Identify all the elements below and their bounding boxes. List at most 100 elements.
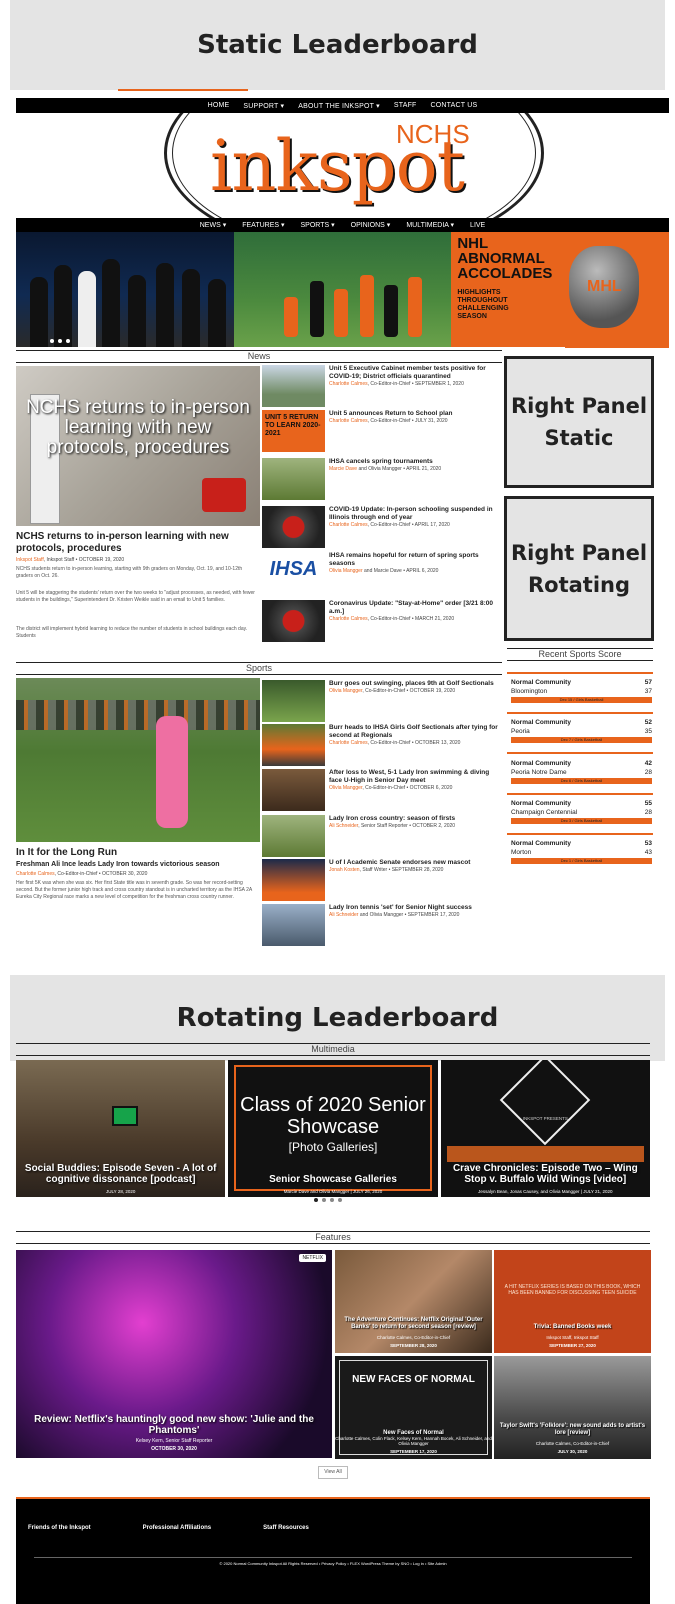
story-author[interactable]: Olivia Mangger bbox=[329, 785, 362, 791]
news-feature-image[interactable]: NCHS returns to in-person learning with … bbox=[16, 366, 260, 526]
feature-caption[interactable]: Review: Netflix's hauntingly good new sh… bbox=[26, 1414, 322, 1436]
features-section-title[interactable]: Features bbox=[16, 1231, 650, 1244]
carousel-dot[interactable] bbox=[322, 1198, 326, 1202]
features-main-card[interactable]: NETFLIX Review: Netflix's hauntingly goo… bbox=[16, 1250, 332, 1458]
multimedia-card[interactable]: Social Buddies: Episode Seven - A lot of… bbox=[16, 1060, 226, 1197]
carousel-dot[interactable] bbox=[314, 1198, 318, 1202]
story-headline[interactable]: Coronavirus Update: "Stay-at-Home" order… bbox=[329, 600, 502, 616]
story-thumbnail[interactable] bbox=[262, 458, 325, 500]
story-author[interactable]: Charlotte Calmes bbox=[329, 522, 368, 528]
story-author[interactable]: Charlotte Calmes bbox=[329, 381, 368, 387]
static-leaderboard-ad[interactable]: Static Leaderboard bbox=[10, 0, 665, 90]
nav-live[interactable]: LIVE bbox=[470, 222, 485, 229]
multimedia-caption[interactable]: Senior Showcase Galleries bbox=[234, 1174, 431, 1185]
sports-feature-headline[interactable]: In It for the Long Run bbox=[16, 847, 260, 859]
sports-story[interactable]: Lady Iron tennis 'set' for Senior Night … bbox=[262, 904, 502, 948]
nav-home[interactable]: HOME bbox=[208, 102, 230, 109]
hero-slide-runners[interactable] bbox=[233, 232, 452, 347]
features-card[interactable]: A HIT NETFLIX SERIES IS BASED ON THIS BO… bbox=[494, 1250, 651, 1353]
story-thumbnail[interactable] bbox=[262, 365, 325, 407]
carousel-dot[interactable] bbox=[338, 1198, 342, 1202]
footer-link[interactable]: Professional Affiliations bbox=[143, 1525, 211, 1531]
story-thumbnail[interactable] bbox=[262, 680, 325, 722]
story-author[interactable]: Olivia Mangger bbox=[329, 568, 363, 574]
right-panel-static-ad[interactable]: Right Panel Static bbox=[504, 356, 654, 488]
score-card[interactable]: Normal Community 42 Peoria Notre Dame 28 D… bbox=[511, 759, 652, 784]
story-thumbnail[interactable]: IHSA bbox=[262, 552, 325, 594]
story-thumbnail[interactable] bbox=[262, 904, 325, 946]
news-story[interactable]: COVID-19 Update: In-person schooling sus… bbox=[262, 506, 502, 550]
story-headline[interactable]: U of I Academic Senate endorses new masc… bbox=[329, 859, 502, 867]
story-headline[interactable]: COVID-19 Update: In-person schooling sus… bbox=[329, 506, 502, 522]
right-panel-rotating-ad[interactable]: Right Panel Rotating bbox=[504, 496, 654, 641]
hero-dot[interactable] bbox=[66, 339, 70, 343]
byline-author[interactable]: Charlotte Calmes bbox=[16, 871, 55, 877]
features-card[interactable]: Taylor Swift's 'Folklore': new sound add… bbox=[494, 1356, 651, 1459]
story-headline[interactable]: Unit 5 Executive Cabinet member tests po… bbox=[329, 365, 502, 381]
story-headline[interactable]: IHSA cancels spring tournaments bbox=[329, 458, 502, 466]
story-author[interactable]: Olivia Mangger bbox=[329, 688, 362, 694]
story-headline[interactable]: Burr goes out swinging, places 9th at Go… bbox=[329, 680, 502, 688]
sports-story[interactable]: U of I Academic Senate endorses new masc… bbox=[262, 859, 502, 903]
sports-story[interactable]: Burr goes out swinging, places 9th at Go… bbox=[262, 680, 502, 724]
story-author[interactable]: Charlotte Calmes bbox=[329, 616, 368, 622]
news-story[interactable]: IHSA IHSA remains hopeful for return of … bbox=[262, 552, 502, 596]
story-author[interactable]: Ali Schneider bbox=[329, 823, 358, 829]
nav-news[interactable]: NEWS ▾ bbox=[200, 221, 226, 229]
nav-staff[interactable]: STAFF bbox=[394, 102, 417, 109]
features-card[interactable]: The Adventure Continues: Netflix Origina… bbox=[335, 1250, 492, 1353]
hero-dot[interactable] bbox=[50, 339, 54, 343]
story-author[interactable]: Marcie Dave bbox=[329, 466, 357, 472]
nav-features[interactable]: FEATURES ▾ bbox=[242, 221, 284, 229]
multimedia-carousel[interactable]: Social Buddies: Episode Seven - A lot of… bbox=[16, 1060, 650, 1197]
view-all-button[interactable]: View All bbox=[318, 1466, 348, 1479]
nav-support[interactable]: SUPPORT ▾ bbox=[243, 102, 284, 110]
multimedia-card[interactable]: Class of 2020 Senior Showcase [Photo Gal… bbox=[228, 1060, 438, 1197]
sports-feature-subhead[interactable]: Freshman Ali Ince leads Lady Iron toward… bbox=[16, 860, 260, 869]
story-thumbnail[interactable] bbox=[262, 506, 325, 548]
story-headline[interactable]: Unit 5 announces Return to School plan bbox=[329, 410, 502, 418]
story-author[interactable]: Charlotte Calmes bbox=[329, 418, 368, 424]
news-section-title[interactable]: News bbox=[16, 350, 502, 363]
story-author[interactable]: Charlotte Calmes bbox=[329, 740, 368, 746]
story-thumbnail[interactable] bbox=[262, 600, 325, 642]
features-card[interactable]: NEW FACES OF NORMAL New Faces of Normal … bbox=[335, 1356, 492, 1459]
sports-story[interactable]: Lady Iron cross country: season of first… bbox=[262, 815, 502, 859]
sports-feature-image[interactable] bbox=[16, 678, 260, 842]
story-author[interactable]: Ali Schneider bbox=[329, 912, 358, 918]
nav-multimedia[interactable]: MULTIMEDIA ▾ bbox=[406, 221, 454, 229]
hero-dot[interactable] bbox=[58, 339, 62, 343]
story-thumbnail[interactable] bbox=[262, 724, 325, 766]
story-thumbnail[interactable]: UNIT 5 RETURN TO LEARN 2020-2021 bbox=[262, 410, 325, 452]
carousel-dot[interactable] bbox=[330, 1198, 334, 1202]
hero-dots[interactable] bbox=[50, 339, 70, 343]
story-thumbnail[interactable] bbox=[262, 769, 325, 811]
sports-section-title[interactable]: Sports bbox=[16, 662, 502, 675]
story-headline[interactable]: Burr heads to IHSA Girls Golf Sectionals… bbox=[329, 724, 502, 740]
byline-author[interactable]: Inkspot Staff bbox=[16, 557, 44, 563]
footer-link[interactable]: Staff Resources bbox=[263, 1525, 309, 1531]
hero-slide-rally[interactable] bbox=[16, 232, 234, 347]
story-author[interactable]: Jonah Kosten bbox=[329, 867, 360, 873]
story-thumbnail[interactable] bbox=[262, 815, 325, 857]
multimedia-caption[interactable]: Social Buddies: Episode Seven - A lot of… bbox=[22, 1163, 219, 1185]
news-story[interactable]: IHSA cancels spring tournaments Marcie Da… bbox=[262, 458, 502, 502]
story-headline[interactable]: IHSA remains hopeful for return of sprin… bbox=[329, 552, 502, 568]
feature-caption[interactable]: Taylor Swift's 'Folklore': new sound add… bbox=[498, 1423, 647, 1437]
news-story[interactable]: Coronavirus Update: "Stay-at-Home" order… bbox=[262, 600, 502, 644]
nav-sports[interactable]: SPORTS ▾ bbox=[301, 221, 335, 229]
sports-story[interactable]: After loss to West, 5-1 Lady Iron swimmi… bbox=[262, 769, 502, 813]
score-card[interactable]: Normal Community 57 Bloomington 37 Dec 15 … bbox=[511, 678, 652, 703]
feature-caption[interactable]: The Adventure Continues: Netflix Origina… bbox=[339, 1317, 488, 1331]
news-feature-headline[interactable]: NCHS returns to in-person learning with … bbox=[16, 531, 260, 555]
nav-about[interactable]: ABOUT THE INKSPOT ▾ bbox=[298, 102, 380, 110]
hero-carousel[interactable]: NHL ABNORMAL ACCOLADES HIGHLIGHTS THROUGH… bbox=[16, 232, 670, 347]
nav-opinions[interactable]: OPINIONS ▾ bbox=[351, 221, 391, 229]
score-card[interactable]: Normal Community 53 Morton 43 Dec 1 / Girl… bbox=[511, 839, 652, 864]
masthead-logo[interactable]: NCHS inkspot bbox=[16, 113, 669, 218]
story-headline[interactable]: Lady Iron tennis 'set' for Senior Night … bbox=[329, 904, 502, 912]
story-headline[interactable]: After loss to West, 5-1 Lady Iron swimmi… bbox=[329, 769, 502, 785]
news-story[interactable]: Unit 5 Executive Cabinet member tests po… bbox=[262, 365, 502, 409]
multimedia-caption[interactable]: Crave Chronicles: Episode Two – Wing Sto… bbox=[447, 1163, 644, 1185]
story-thumbnail[interactable] bbox=[262, 859, 325, 901]
